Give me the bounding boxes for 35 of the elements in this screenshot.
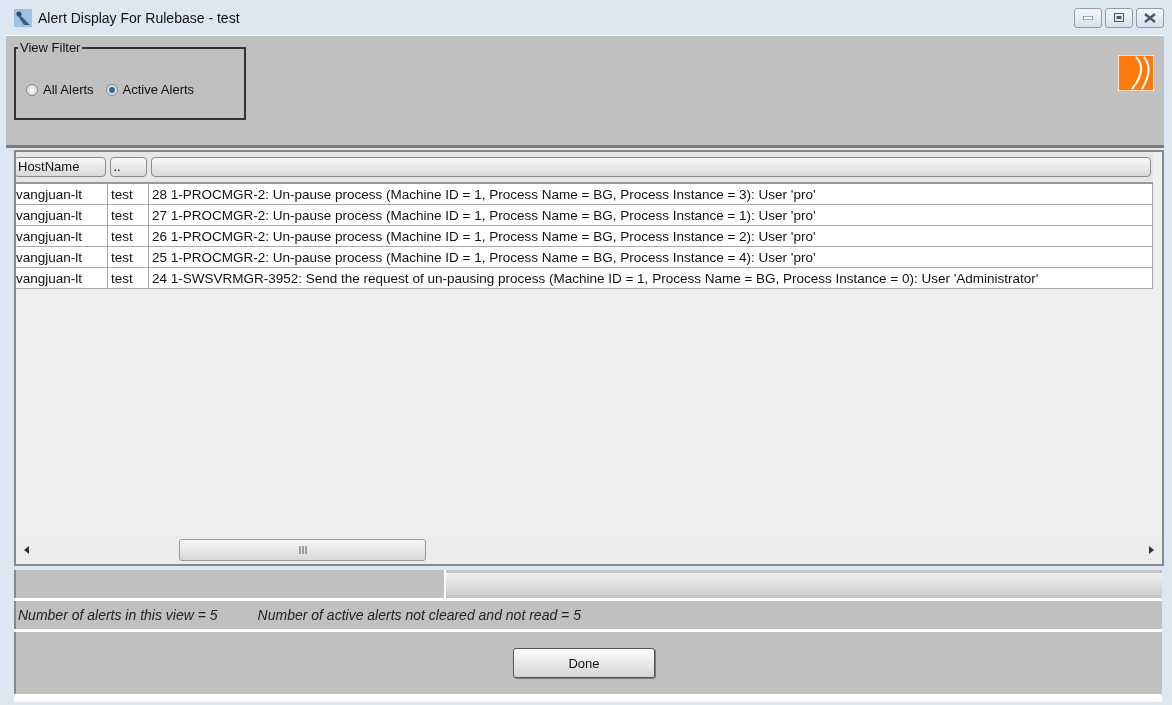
maximize-button[interactable] [1105, 7, 1133, 28]
table-cell: 25 1-PROCMGR-2: Un-pause process (Machine ID = 1, Process Name = BG, Process Instance = 4): User 'pro' [148, 246, 1153, 268]
column-header[interactable]: .. [109, 157, 147, 177]
table-cell: vangjuan-lt [16, 246, 108, 268]
column-header[interactable] [150, 157, 1151, 177]
scroll-left-icon[interactable] [24, 546, 29, 554]
radio-option[interactable]: Active Alerts [105, 82, 195, 97]
table-cell: vangjuan-lt [16, 183, 108, 205]
table-cell: 28 1-PROCMGR-2: Un-pause process (Machine ID = 1, Process Name = BG, Process Instance = 3): User 'pro' [148, 183, 1153, 205]
table-cell: 26 1-PROCMGR-2: Un-pause process (Machine ID = 1, Process Name = BG, Process Instance = 2): User 'pro' [148, 225, 1153, 247]
window-title: Alert Display For Rulebase - test [38, 9, 241, 26]
column-header[interactable]: HostName [16, 157, 106, 177]
table-cell: 27 1-PROCMGR-2: Un-pause process (Machine ID = 1, Process Name = BG, Process Instance = 1): User 'pro' [148, 204, 1153, 226]
status-text: Number of active alerts not cleared and not read = 5 [257, 607, 581, 623]
table-cell: 24 1-SWSVRMGR-3952: Send the request of un-pausing process (Machine ID = 1, Process Name = BG, Process Instance = 0): User 'Administrator' [148, 267, 1153, 289]
close-icon [1144, 12, 1156, 23]
logo-icon [1118, 55, 1154, 91]
scroll-right-icon[interactable] [1149, 546, 1154, 554]
minimize-button[interactable] [1074, 7, 1102, 28]
group-label: View Filter [19, 40, 82, 55]
radio-button[interactable] [26, 83, 38, 96]
minimize-icon [1083, 15, 1093, 20]
app-icon [14, 8, 32, 27]
table-cell: vangjuan-lt [16, 267, 108, 289]
done-button[interactable]: Done [513, 648, 655, 678]
table-cell: vangjuan-lt [16, 204, 108, 226]
maximize-icon [1114, 13, 1124, 22]
close-button[interactable] [1136, 7, 1164, 28]
status-text: Number of alerts in this view = 5 [18, 607, 218, 623]
scrollbar-thumb[interactable] [179, 539, 426, 561]
horizontal-scrollbar[interactable] [16, 536, 1162, 564]
table-cell: vangjuan-lt [16, 225, 108, 247]
grip-icon [298, 546, 307, 554]
radio-option[interactable]: All Alerts [26, 82, 94, 97]
radio-button[interactable] [105, 83, 118, 96]
